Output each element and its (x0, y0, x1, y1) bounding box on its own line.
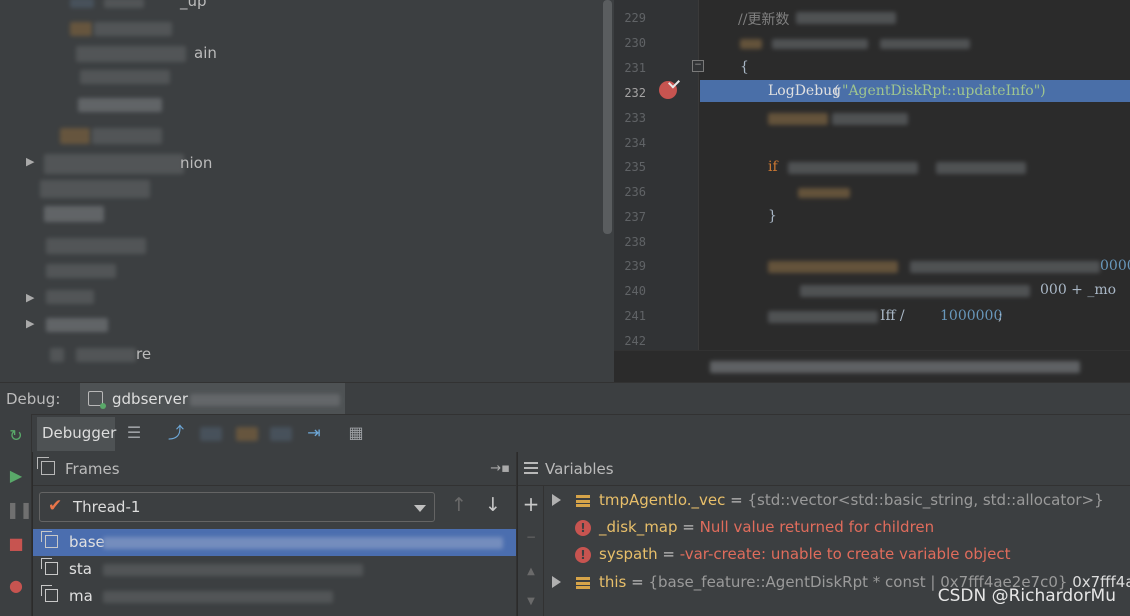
frames-panel: Frames →▪ ✔ Thread-1 ↑ ↓ base sta ma (33, 452, 517, 616)
code-line[interactable]: if (700, 156, 1130, 178)
debug-side-toolbar: ↻ ▶ ❚❚ ■ ● (0, 414, 33, 616)
variables-header: Variables (518, 452, 1130, 486)
breadcrumb[interactable] (614, 350, 1130, 382)
frames-header: Frames →▪ (33, 452, 516, 486)
tree-item-label: re (136, 345, 152, 363)
variable-row[interactable]: ! _disk_map = Null value returned for ch… (548, 517, 1130, 541)
line-number: 231 (624, 61, 646, 75)
tree-item-label: ain (194, 44, 217, 62)
line-number: 236 (624, 185, 646, 199)
line-number: 242 (624, 334, 646, 348)
code-line[interactable]: } (700, 205, 1130, 227)
expand-arrow-icon[interactable] (552, 494, 561, 506)
run-to-cursor-icon[interactable]: ⇥ (304, 423, 324, 443)
tree-item[interactable]: ▶ nion (26, 154, 226, 174)
rerun-icon[interactable]: ↻ (6, 426, 26, 446)
show-execution-point-icon[interactable]: ⤴ (166, 423, 186, 443)
step-over-icon[interactable] (200, 427, 222, 441)
file-icon (50, 348, 64, 362)
step-into-icon[interactable] (236, 427, 258, 441)
frame-row[interactable]: sta (33, 556, 516, 583)
move-up-icon[interactable]: ▲ (522, 566, 540, 577)
step-out-icon[interactable] (270, 427, 292, 441)
debug-window-header: Debug: gdbserver (0, 382, 1130, 415)
code-line[interactable]: 000 + _mo (700, 279, 1130, 301)
project-tree-panel: _up ain ▶ nion ▶ ▶ re (0, 0, 614, 382)
frame-down-icon[interactable]: ↓ (485, 494, 501, 516)
field-icon (576, 495, 590, 507)
line-number: 240 (624, 284, 646, 298)
code-line[interactable]: Iff / 1000000 ; (700, 305, 1130, 327)
line-number: 235 (624, 160, 646, 174)
expand-arrow-icon[interactable]: ▶ (26, 155, 34, 168)
tree-scrollbar[interactable] (603, 0, 612, 234)
frame-row[interactable]: ma (33, 583, 516, 610)
thread-dropdown[interactable]: ✔ Thread-1 (39, 492, 435, 522)
variable-row[interactable]: tmpAgentIo._vec = {std::vector<std::basi… (548, 490, 1130, 514)
stop-icon[interactable]: ■ (6, 534, 26, 554)
frame-icon (41, 585, 58, 602)
line-number: 229 (624, 11, 646, 25)
line-number: 237 (624, 210, 646, 224)
breakpoint-icon[interactable] (659, 81, 677, 99)
code-line[interactable]: //更新数 (700, 6, 1130, 28)
expand-arrow-icon[interactable]: ▶ (26, 291, 34, 304)
pause-icon[interactable]: ❚❚ (6, 500, 33, 520)
evaluate-expression-icon[interactable]: ▦ (346, 423, 366, 443)
resume-icon[interactable]: ▶ (6, 466, 26, 486)
run-config-icon (88, 391, 106, 409)
chevron-down-icon (414, 505, 426, 512)
debug-toolbar: Debugger ☰ ⤴ ⇥ ▦ (0, 414, 1130, 452)
code-line[interactable] (700, 182, 1130, 204)
check-icon: ✔ (48, 496, 63, 516)
watermark: CSDN @RichardorMu (937, 586, 1116, 606)
expand-arrow-icon[interactable] (552, 576, 561, 588)
frame-up-icon[interactable]: ↑ (451, 494, 467, 516)
line-number: 232 (624, 86, 646, 100)
frame-row[interactable]: base (33, 529, 516, 556)
current-execution-line[interactable]: LogDebug ( "AgentDiskRpt::updateInfo") (700, 80, 1130, 102)
remove-watch-icon[interactable]: − (522, 530, 540, 544)
error-icon: ! (575, 547, 591, 563)
error-icon: ! (575, 520, 591, 536)
variable-row[interactable]: ! syspath = -var-create: unable to creat… (548, 544, 1130, 568)
line-number: 233 (624, 111, 646, 125)
view-breakpoints-icon[interactable]: ● (6, 576, 26, 596)
code-line[interactable]: 0000 (700, 255, 1130, 277)
debug-label: Debug: (6, 390, 61, 408)
variables-icon (524, 462, 538, 474)
code-editor[interactable]: 229 230 231 232 233 234 235 236 237 238 … (614, 0, 1130, 382)
tree-item-label: _up (180, 0, 207, 10)
menu-lines-icon[interactable]: ☰ (124, 423, 144, 443)
field-icon (576, 577, 590, 589)
tree-item-label: nion (180, 154, 213, 172)
code-line[interactable] (700, 33, 1130, 55)
line-number: 230 (624, 36, 646, 50)
code-line[interactable]: { (700, 56, 1130, 78)
move-down-icon[interactable]: ▼ (522, 596, 540, 607)
expand-arrow-icon[interactable]: ▶ (26, 317, 34, 330)
line-number: 241 (624, 309, 646, 323)
line-number: 238 (624, 235, 646, 249)
add-watch-icon[interactable]: + (522, 492, 540, 516)
pin-icon[interactable]: →▪ (490, 461, 510, 476)
tab-debugger[interactable]: Debugger (37, 417, 116, 451)
frames-icon (37, 457, 55, 475)
line-number: 234 (624, 136, 646, 150)
tab-gdbserver[interactable]: gdbserver (80, 383, 345, 415)
code-line[interactable] (700, 107, 1130, 129)
frame-icon (41, 531, 58, 548)
line-number: 239 (624, 259, 646, 273)
frame-icon (41, 558, 58, 575)
